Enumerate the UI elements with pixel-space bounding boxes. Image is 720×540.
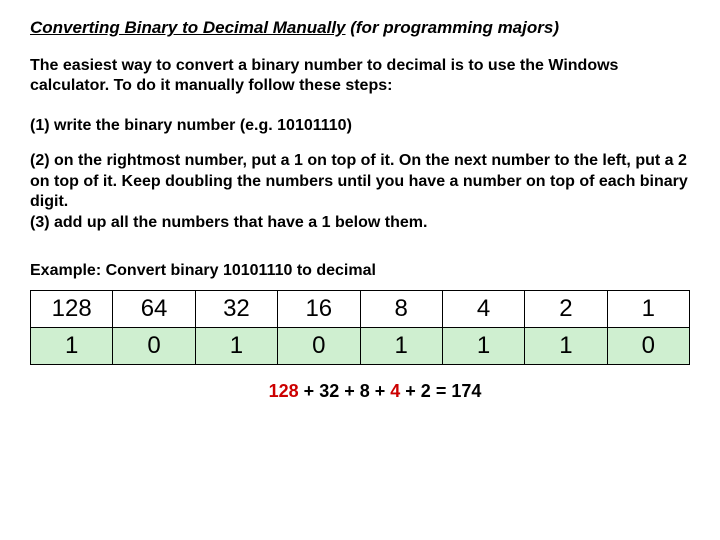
step-3: (3) add up all the numbers that have a 1… bbox=[30, 213, 690, 234]
bit-cell: 1 bbox=[360, 327, 442, 364]
bit-cell: 0 bbox=[113, 327, 195, 364]
intro-paragraph: The easiest way to convert a binary numb… bbox=[30, 56, 690, 96]
title-underlined: Converting Binary to Decimal Manually bbox=[30, 18, 346, 37]
power-cell: 128 bbox=[31, 290, 113, 327]
step-1: (1) write the binary number (e.g. 101011… bbox=[30, 116, 690, 137]
conversion-table: 128 64 32 16 8 4 2 1 1 0 1 0 1 1 1 0 bbox=[30, 290, 690, 365]
sum-part: 32 bbox=[319, 381, 339, 401]
power-cell: 2 bbox=[525, 290, 607, 327]
title-rest: (for programming majors) bbox=[346, 18, 559, 37]
sum-expression: 128 + 32 + 8 + 4 + 2 = 174 bbox=[60, 381, 690, 402]
bit-cell: 0 bbox=[607, 327, 689, 364]
sum-part: + bbox=[339, 381, 360, 401]
bit-cell: 1 bbox=[31, 327, 113, 364]
table-row-powers: 128 64 32 16 8 4 2 1 bbox=[31, 290, 690, 327]
sum-part: + bbox=[299, 381, 320, 401]
step-2: (2) on the rightmost number, put a 1 on … bbox=[30, 151, 690, 213]
sum-part: 4 bbox=[390, 381, 400, 401]
bit-cell: 1 bbox=[525, 327, 607, 364]
power-cell: 64 bbox=[113, 290, 195, 327]
bit-cell: 1 bbox=[195, 327, 277, 364]
sum-part: + bbox=[370, 381, 391, 401]
power-cell: 4 bbox=[442, 290, 524, 327]
page-title: Converting Binary to Decimal Manually (f… bbox=[30, 18, 690, 38]
example-label: Example: Convert binary 10101110 to deci… bbox=[30, 262, 690, 280]
power-cell: 1 bbox=[607, 290, 689, 327]
sum-part: 2 bbox=[421, 381, 431, 401]
sum-part: + bbox=[400, 381, 421, 401]
power-cell: 16 bbox=[278, 290, 360, 327]
step-2-3: (2) on the rightmost number, put a 1 on … bbox=[30, 151, 690, 234]
power-cell: 8 bbox=[360, 290, 442, 327]
bit-cell: 1 bbox=[442, 327, 524, 364]
sum-part: 128 bbox=[269, 381, 299, 401]
table-row-bits: 1 0 1 0 1 1 1 0 bbox=[31, 327, 690, 364]
steps-block: (1) write the binary number (e.g. 101011… bbox=[30, 116, 690, 234]
power-cell: 32 bbox=[195, 290, 277, 327]
sum-part: 8 bbox=[360, 381, 370, 401]
sum-part: = 174 bbox=[431, 381, 482, 401]
bit-cell: 0 bbox=[278, 327, 360, 364]
